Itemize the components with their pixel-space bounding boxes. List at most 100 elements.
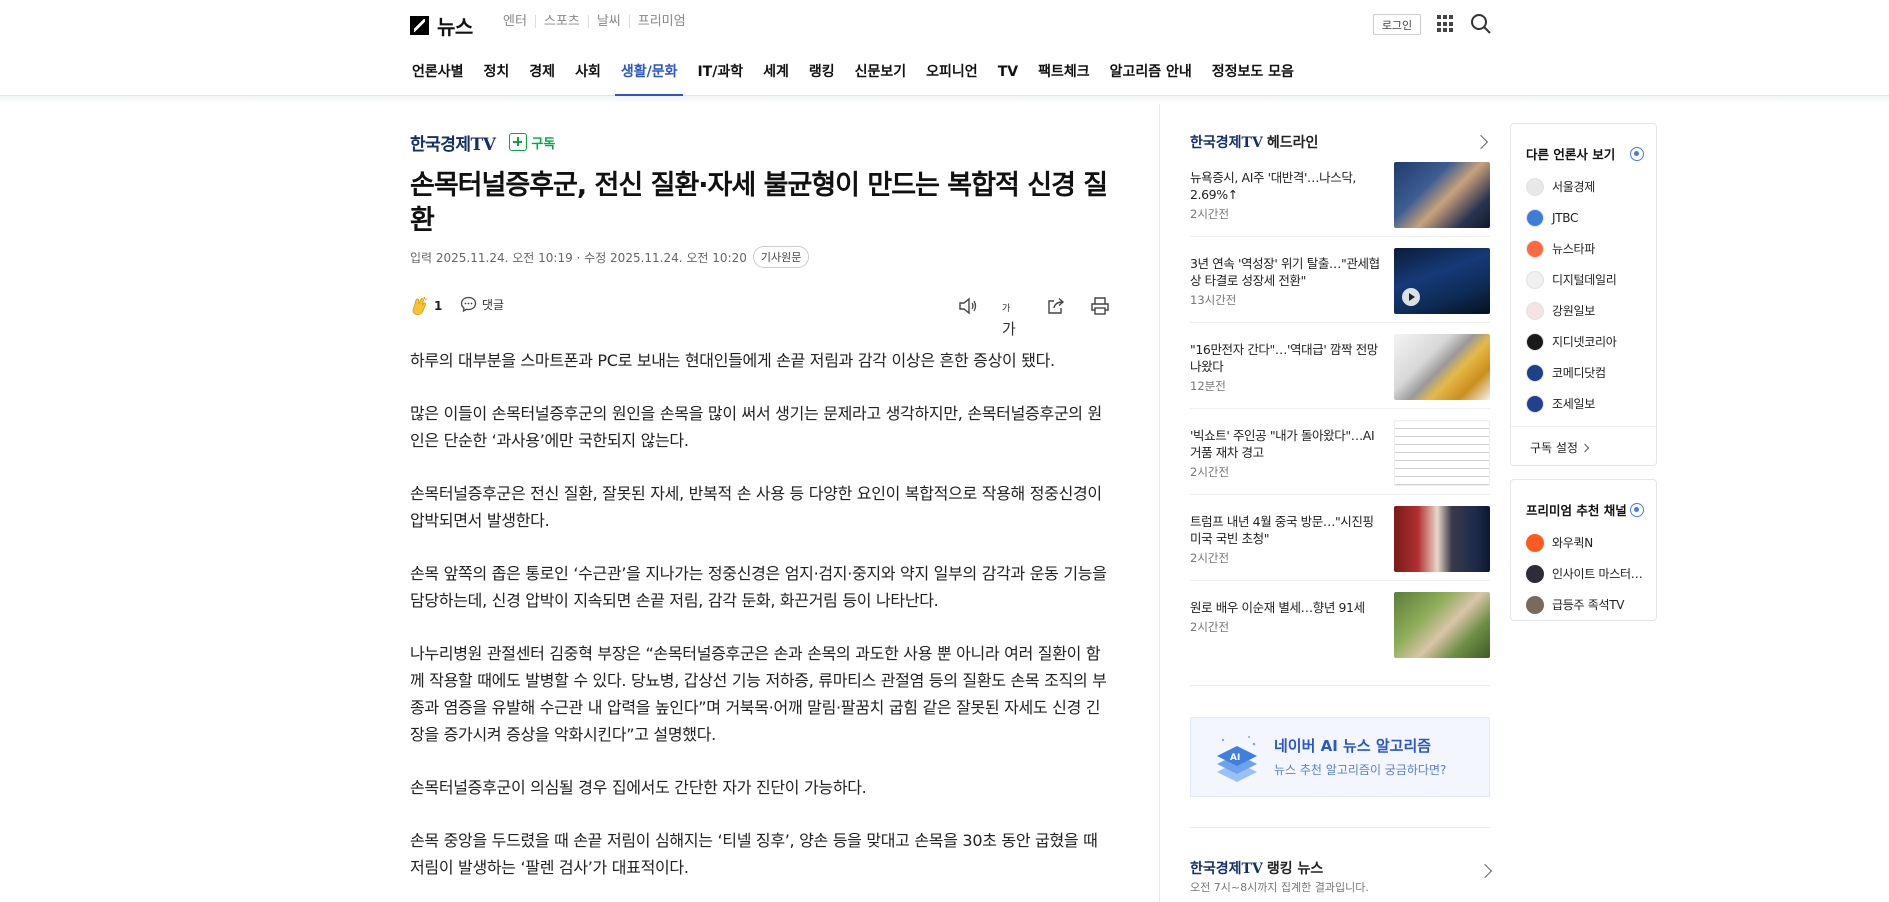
headline-thumbnail — [1394, 162, 1490, 228]
headline-thumbnail — [1394, 592, 1490, 658]
nav-item-economy[interactable]: 경제 — [523, 62, 561, 96]
headlines-title: 한국경제TV 헤드라인 — [1190, 132, 1318, 152]
service-link-weather[interactable]: 날씨 — [587, 15, 629, 28]
search-icon[interactable] — [1470, 13, 1492, 35]
global-header: 뉴스 엔터 스포츠 날씨 프리미엄 로그인 언론사별 정치 경제 사회 생활/문… — [0, 0, 1889, 96]
setting-label: 구독 설정 — [1530, 441, 1578, 455]
subscribe-button[interactable]: 구독 — [509, 133, 555, 152]
nav-item-factcheck[interactable]: 팩트체크 — [1032, 62, 1096, 96]
press-logo-icon — [1526, 208, 1544, 227]
nav-item-tv[interactable]: TV — [992, 62, 1024, 96]
refresh-icon[interactable] — [1630, 146, 1644, 161]
press-logo-icon — [1526, 332, 1544, 351]
article-paragraph: 나누리병원 관절센터 김중혁 부장은 “손목터널증후군은 손과 손목의 과도한 … — [410, 644, 1107, 744]
ai-algorithm-banner[interactable]: AI 네이버 AI 뉴스 알고리즘 뉴스 추천 알고리즘이 궁금하다면? — [1190, 717, 1490, 797]
nav-item-politics[interactable]: 정치 — [478, 62, 516, 96]
nav-item-press[interactable]: 언론사별 — [406, 62, 470, 96]
headline-item[interactable]: 뉴욕증시, AI주 '대반격'…나스닥, 2.69%↑ 2시간전 — [1190, 160, 1490, 237]
section-nav: 언론사별 정치 경제 사회 생활/문화 IT/과학 세계 랭킹 신문보기 오피니… — [406, 62, 1308, 96]
nav-item-world[interactable]: 세계 — [757, 62, 795, 96]
press-item[interactable]: 조세일보 — [1526, 388, 1656, 419]
press-item[interactable]: 뉴스타파 — [1526, 233, 1656, 264]
header-shadow — [0, 96, 1889, 104]
headline-thumbnail — [1394, 248, 1490, 314]
nav-item-corrections[interactable]: 정정보도 모음 — [1206, 62, 1300, 96]
headline-item[interactable]: 트럼프 내년 4월 중국 방문…"시진핑 미국 국빈 초청" 2시간전 — [1190, 504, 1490, 581]
article-tools: 가가 — [958, 296, 1110, 338]
service-link-sports[interactable]: 스포츠 — [534, 15, 588, 28]
premium-channels-panel: 프리미엄 추천 채널 와우퀵N 인사이트 마스터… 급등주 족석TV — [1510, 479, 1657, 621]
other-press-panel: 다른 언론사 보기 서울경제 JTBC 뉴스타파 디지털데일리 강원일보 지디넷… — [1510, 123, 1657, 466]
section-divider — [1190, 827, 1490, 828]
nav-item-newspaper[interactable]: 신문보기 — [849, 62, 913, 96]
nav-item-it-science[interactable]: IT/과학 — [691, 62, 749, 96]
other-press-list: 서울경제 JTBC 뉴스타파 디지털데일리 강원일보 지디넷코리아 코메디닷컴 … — [1511, 163, 1656, 419]
premium-channel-item[interactable]: 급등주 족석TV — [1526, 589, 1656, 620]
ranking-header[interactable]: 한국경제TV 랭킹 뉴스 — [1190, 858, 1323, 878]
play-icon — [1402, 288, 1420, 306]
section-divider — [1190, 685, 1490, 686]
headline-title: 3년 연속 '역성장' 위기 탈출…"관세협상 타결로 성장세 전환" — [1190, 256, 1380, 288]
print-icon[interactable] — [1090, 296, 1110, 316]
nav-item-life-culture[interactable]: 생활/문화 — [614, 62, 684, 96]
channel-name: 인사이트 마스터… — [1552, 567, 1643, 581]
headline-item[interactable]: 원로 배우 이순재 별세…향년 91세 2시간전 — [1190, 590, 1490, 667]
premium-header: 프리미엄 추천 채널 — [1511, 480, 1656, 519]
service-link-premium[interactable]: 프리미엄 — [628, 15, 694, 28]
press-item[interactable]: 강원일보 — [1526, 295, 1656, 326]
press-item[interactable]: 지디넷코리아 — [1526, 326, 1656, 357]
chevron-right-icon — [1580, 443, 1590, 452]
naver-news-logo[interactable]: 뉴스 — [410, 11, 473, 40]
original-article-button[interactable]: 기사원문 — [752, 246, 810, 268]
press-item[interactable]: 서울경제 — [1526, 171, 1656, 202]
article: 한국경제TV 구독 손목터널증후군, 전신 질환·자세 불균형이 만드는 복합적… — [410, 130, 1110, 902]
nav-item-ranking[interactable]: 랭킹 — [803, 62, 841, 96]
column-divider — [1159, 104, 1160, 902]
headline-item[interactable]: 3년 연속 '역성장' 위기 탈출…"관세협상 타결로 성장세 전환" 13시간… — [1190, 246, 1490, 323]
premium-channel-item[interactable]: 인사이트 마스터… — [1526, 558, 1656, 589]
service-link-entertainment[interactable]: 엔터 — [495, 15, 535, 28]
channel-avatar — [1526, 533, 1544, 552]
press-name: 디지털데일리 — [1552, 273, 1617, 287]
other-press-title: 다른 언론사 보기 — [1526, 147, 1616, 162]
press-logo-icon — [1526, 239, 1544, 258]
plus-icon — [509, 133, 528, 151]
reaction-button[interactable]: 1 — [410, 296, 442, 316]
premium-channel-item[interactable]: 와우퀵N — [1526, 527, 1656, 558]
nav-item-algorithm[interactable]: 알고리즘 안내 — [1104, 62, 1198, 96]
chevron-right-icon[interactable] — [1473, 134, 1489, 150]
nav-item-opinion[interactable]: 오피니언 — [920, 62, 984, 96]
headline-item[interactable]: "16만전자 간다"…'역대급' 깜짝 전망 나왔다 12분전 — [1190, 332, 1490, 409]
font-size-icon[interactable]: 가가 — [1002, 296, 1022, 338]
share-icon[interactable] — [1046, 296, 1066, 316]
headline-item[interactable]: '빅쇼트' 주인공 "내가 돌아왔다"…AI 거품 재차 경고 2시간전 — [1190, 418, 1490, 495]
comment-button[interactable]: 댓글 — [460, 296, 504, 313]
font-size-label: 가 — [1002, 320, 1016, 338]
clap-icon — [412, 296, 427, 315]
ai-banner-title: 네이버 AI 뉴스 알고리즘 — [1274, 737, 1432, 755]
article-headline: 손목터널증후군, 전신 질환·자세 불균형이 만드는 복합적 신경 질환 — [410, 170, 1108, 236]
press-item[interactable]: JTBC — [1526, 202, 1656, 233]
article-toolbar: 1 댓글 가가 — [410, 296, 1110, 338]
apps-grid-icon[interactable] — [1437, 15, 1455, 33]
chevron-right-icon[interactable] — [1477, 863, 1493, 879]
headline-title: 트럼프 내년 4월 중국 방문…"시진핑 미국 국빈 초청" — [1190, 514, 1374, 546]
article-paragraph: 하루의 대부분을 스마트폰과 PC로 보내는 현대인들에게 손끝 저림과 감각 … — [410, 351, 1055, 370]
press-item[interactable]: 코메디닷컴 — [1526, 357, 1656, 388]
article-paragraph: 손목 중앙을 두드렸을 때 손끝 저림이 심해지는 ‘티넬 징후’, 양손 등을… — [410, 831, 1098, 877]
article-paragraph: 손목 앞쪽의 좁은 통로인 ‘수근관’을 지나가는 정중신경은 엄지·검지·중지… — [410, 564, 1107, 610]
press-logo[interactable]: 한국경제TV — [410, 130, 496, 155]
comment-icon — [460, 296, 477, 313]
press-logo-icon — [1526, 177, 1544, 196]
press-name: 지디넷코리아 — [1552, 335, 1617, 349]
speaker-icon[interactable] — [958, 296, 978, 316]
headlines-header[interactable]: 한국경제TV 헤드라인 — [1190, 130, 1490, 154]
subscription-settings-link[interactable]: 구독 설정 — [1511, 427, 1656, 456]
headline-thumbnail — [1394, 506, 1490, 572]
login-button[interactable]: 로그인 — [1373, 14, 1421, 35]
nav-item-society[interactable]: 사회 — [569, 62, 607, 96]
press-logo-icon — [1526, 270, 1544, 289]
refresh-icon[interactable] — [1630, 502, 1644, 517]
press-item[interactable]: 디지털데일리 — [1526, 264, 1656, 295]
press-logo-icon — [1526, 363, 1544, 382]
